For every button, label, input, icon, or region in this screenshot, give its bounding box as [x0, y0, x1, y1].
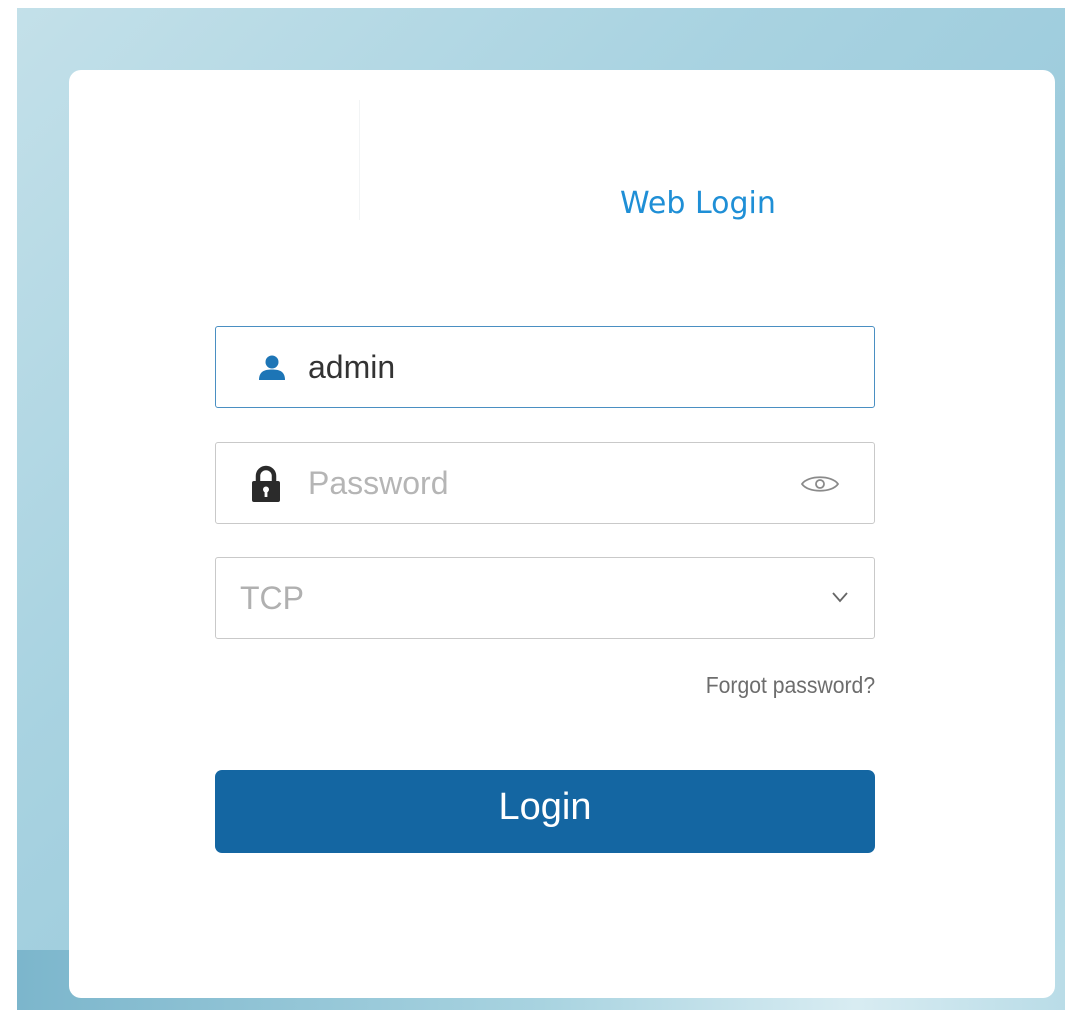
- login-card: [69, 70, 1055, 998]
- username-value: admin: [308, 349, 396, 385]
- page-title: Web Login: [620, 186, 776, 221]
- user-icon: [259, 355, 285, 380]
- protocol-select[interactable]: TCP: [215, 557, 875, 639]
- protocol-selected-value: TCP: [240, 580, 304, 616]
- logo-area-divider: [359, 100, 360, 220]
- forgot-password-link[interactable]: Forgot password?: [706, 672, 875, 699]
- chevron-down-icon: [832, 592, 848, 603]
- password-placeholder: Password: [308, 465, 449, 501]
- password-field[interactable]: Password: [215, 442, 875, 524]
- eye-icon[interactable]: [800, 471, 840, 497]
- login-button[interactable]: Login: [215, 770, 875, 853]
- lock-icon: [252, 465, 280, 502]
- username-field[interactable]: admin: [215, 326, 875, 408]
